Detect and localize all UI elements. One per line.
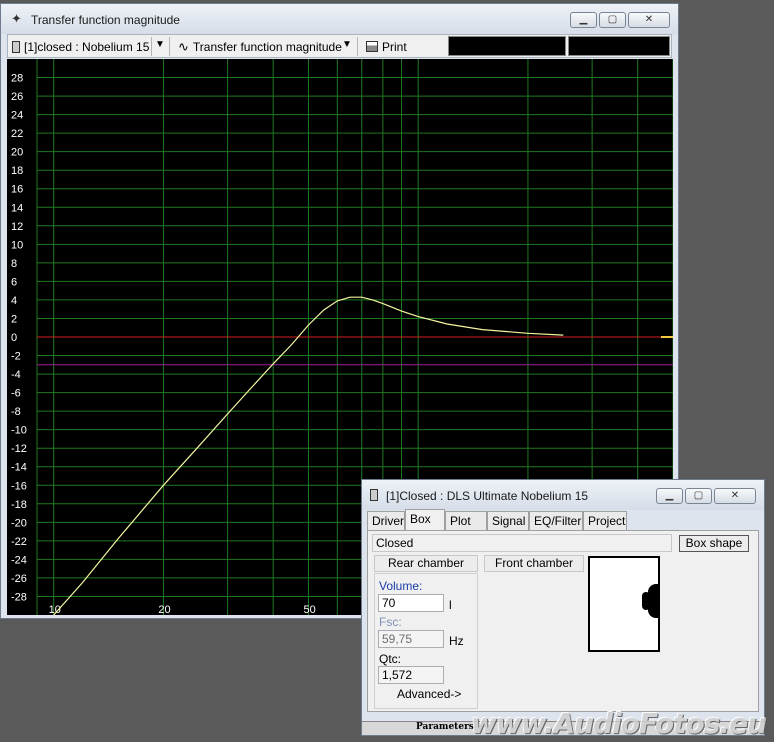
minimize-button[interactable]: ▁ — [570, 12, 597, 28]
close-button[interactable]: ✕ — [714, 488, 756, 504]
y-tick-label: 4 — [11, 295, 17, 307]
y-tick-label: -16 — [11, 480, 27, 492]
tab-signal[interactable]: Signal — [487, 511, 529, 530]
y-tick-label: 22 — [11, 128, 23, 140]
maximize-icon: ▢ — [693, 490, 704, 501]
maximize-button[interactable]: ▢ — [599, 12, 626, 28]
close-icon: ✕ — [644, 14, 654, 25]
print-button[interactable]: Print — [366, 38, 407, 55]
volume-input[interactable]: 70 — [378, 594, 444, 612]
tab-project[interactable]: Project — [583, 511, 627, 530]
window-title: Transfer function magnitude — [31, 13, 180, 27]
y-tick-label: -22 — [11, 536, 27, 548]
project-select[interactable]: [1]closed : Nobelium 15 — [12, 38, 149, 55]
toolbar: [1]closed : Nobelium 15 ▼ ∿ Transfer fun… — [7, 34, 672, 58]
tab-strip: Driver Box Plot Signal EQ/Filter Project — [367, 509, 759, 531]
y-tick-label: 12 — [11, 221, 23, 233]
x-tick-label: 50 — [303, 604, 315, 615]
print-label: Print — [382, 39, 407, 54]
tab-plot[interactable]: Plot — [445, 511, 487, 530]
app-icon: ✦ — [11, 11, 22, 26]
y-tick-label: -4 — [11, 369, 21, 381]
minimize-icon: ▁ — [579, 14, 588, 25]
minimize-icon: ▁ — [665, 490, 674, 501]
chevron-down-icon[interactable]: ▼ — [155, 39, 165, 50]
y-tick-label: 8 — [11, 258, 17, 270]
y-tick-label: -6 — [11, 388, 21, 400]
y-tick-label: 26 — [11, 91, 23, 103]
box-window-title: [1]Closed : DLS Ultimate Nobelium 15 — [386, 489, 589, 503]
y-tick-label: 0 — [11, 332, 17, 344]
fsc-unit: Hz — [449, 634, 464, 648]
y-tick-label: 14 — [11, 202, 23, 214]
title-bar[interactable]: ✦ Transfer function magnitude ▁ ▢ ✕ — [1, 4, 678, 34]
status-display-2 — [568, 36, 670, 56]
volume-unit: l — [449, 598, 452, 612]
y-tick-label: -14 — [11, 462, 27, 474]
document-icon — [370, 489, 378, 501]
box-diagram — [588, 556, 660, 652]
box-shape-button[interactable]: Box shape — [679, 535, 749, 552]
rear-chamber-group: Volume: 70 l Fsc: 59,75 Hz Qtc: 1,572 Ad… — [374, 573, 478, 709]
box-window: [1]Closed : DLS Ultimate Nobelium 15 ▁ ▢… — [361, 479, 765, 736]
status-text: Parameters — [416, 722, 474, 732]
y-tick-label: 18 — [11, 165, 23, 177]
view-select-value: Transfer function magnitude — [192, 39, 342, 54]
close-icon: ✕ — [730, 490, 740, 501]
status-display-1 — [448, 36, 566, 56]
view-select[interactable]: ∿ Transfer function magnitude — [178, 38, 342, 55]
maximize-button[interactable]: ▢ — [685, 488, 712, 504]
y-tick-label: 28 — [11, 73, 23, 85]
volume-label: Volume: — [379, 579, 423, 593]
maximize-icon: ▢ — [607, 14, 618, 25]
close-button[interactable]: ✕ — [628, 12, 670, 28]
y-tick-label: 10 — [11, 239, 23, 251]
rear-chamber-button[interactable]: Rear chamber — [374, 555, 478, 572]
y-tick-label: -26 — [11, 573, 27, 585]
fsc-label: Fsc: — [379, 615, 402, 629]
speaker-magnet — [642, 592, 650, 610]
printer-icon — [366, 41, 378, 52]
y-tick-label: -24 — [11, 554, 27, 566]
advanced-button[interactable]: Advanced-> — [397, 687, 461, 701]
qtc-field: 1,572 — [378, 666, 444, 684]
waveform-icon: ∿ — [178, 38, 189, 54]
box-title-bar[interactable]: [1]Closed : DLS Ultimate Nobelium 15 ▁ ▢… — [362, 480, 764, 510]
y-tick-label: 20 — [11, 147, 23, 159]
fsc-field: 59,75 — [378, 630, 444, 648]
project-select-value: [1]closed : Nobelium 15 — [24, 39, 150, 54]
y-tick-label: -10 — [11, 425, 27, 437]
qtc-label: Qtc: — [379, 652, 402, 666]
y-tick-label: 6 — [11, 276, 17, 288]
box-type-field[interactable]: Closed — [372, 534, 672, 552]
tab-box[interactable]: Box — [405, 509, 445, 530]
y-tick-label: 16 — [11, 184, 23, 196]
tab-driver[interactable]: Driver — [367, 511, 405, 530]
y-tick-label: 24 — [11, 110, 23, 122]
document-icon — [12, 40, 20, 53]
y-tick-label: -20 — [11, 517, 27, 529]
y-tick-label: -2 — [11, 351, 21, 363]
minimize-button[interactable]: ▁ — [656, 488, 683, 504]
y-tick-label: -18 — [11, 499, 27, 511]
y-tick-label: -28 — [11, 591, 27, 603]
watermark: www.AudioFotos.eu — [471, 707, 767, 740]
y-tick-label: -12 — [11, 443, 27, 455]
box-panel: Closed Box shape Rear chamber Front cham… — [367, 530, 759, 712]
tab-eq-filter[interactable]: EQ/Filter — [529, 511, 583, 530]
chevron-down-icon[interactable]: ▼ — [342, 39, 352, 50]
y-tick-label: -8 — [11, 406, 21, 418]
y-tick-label: 2 — [11, 313, 17, 325]
front-chamber-button[interactable]: Front chamber — [484, 555, 584, 572]
x-tick-label: 20 — [158, 604, 170, 615]
